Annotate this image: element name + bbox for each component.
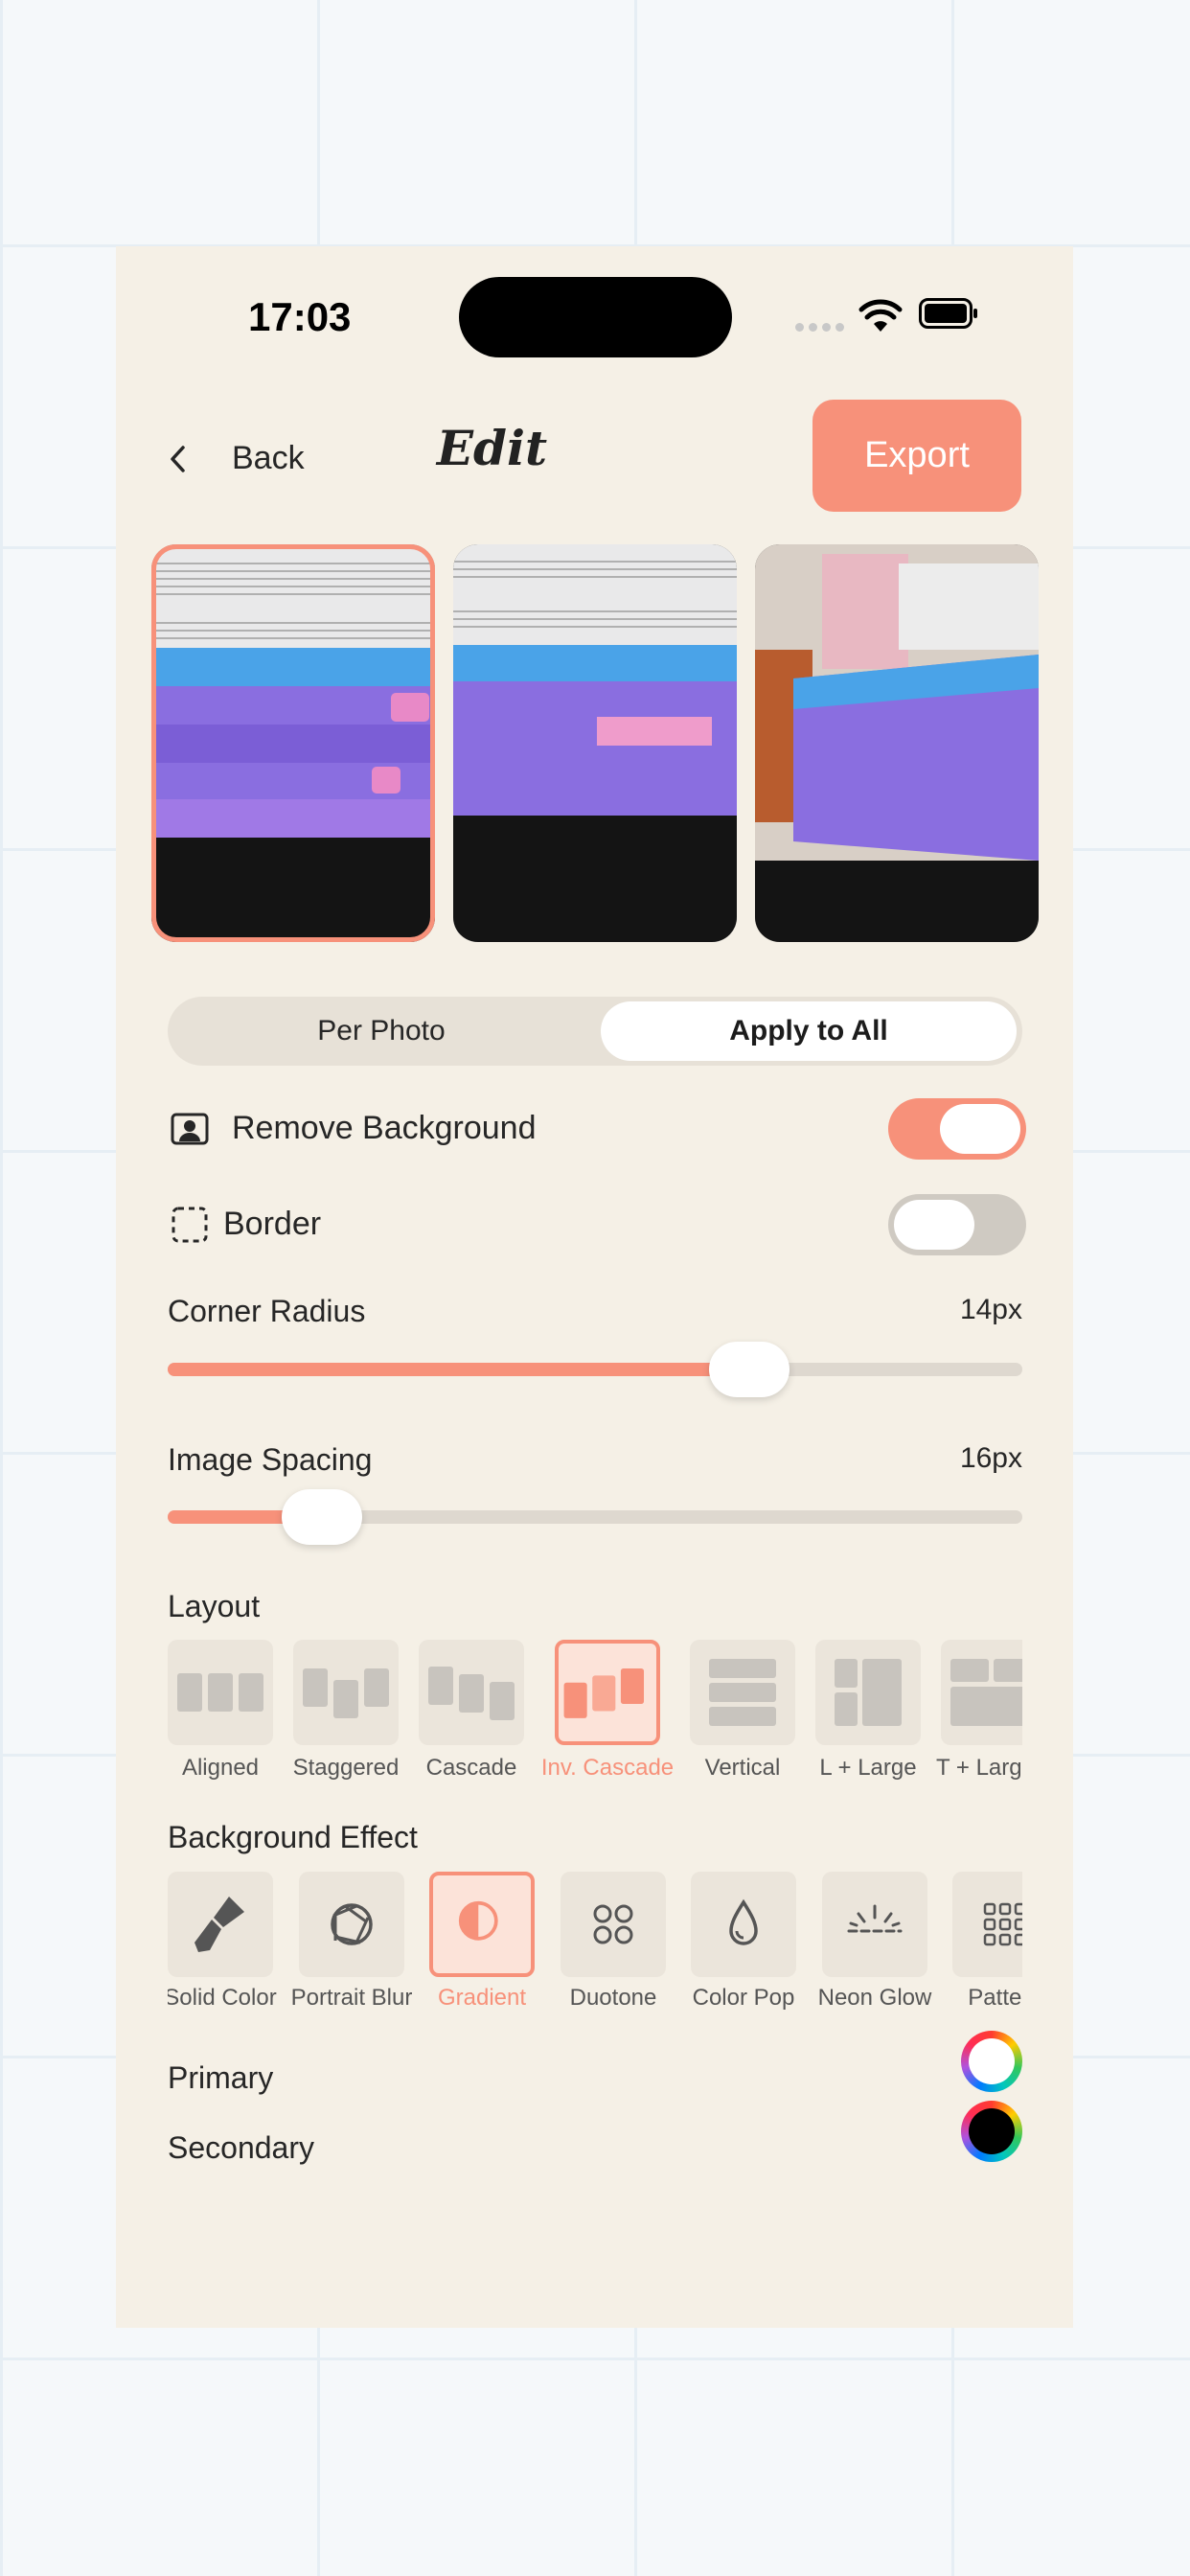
toggle-knob xyxy=(940,1104,1020,1154)
effect-label: Solid Color xyxy=(168,1985,277,2011)
primary-color-fill xyxy=(969,2038,1015,2084)
page-title: Edit xyxy=(436,420,548,476)
effect-option-duotone[interactable] xyxy=(561,1872,666,1977)
secondary-color-label: Secondary xyxy=(168,2130,314,2165)
segment-apply-to-all[interactable]: Apply to All xyxy=(601,1001,1017,1061)
layout-section-title: Layout xyxy=(168,1589,261,1623)
half-circle-icon xyxy=(458,1900,498,1941)
effect-option-color-pop[interactable] xyxy=(691,1872,796,1977)
effect-option-neon-glow[interactable] xyxy=(822,1872,927,1977)
left-large-layout-icon xyxy=(835,1659,902,1726)
layout-label: Inv. Cascade xyxy=(540,1755,675,1781)
layout-option-inv-cascade[interactable] xyxy=(555,1640,660,1745)
portrait-icon xyxy=(171,1113,209,1145)
image-spacing-thumb[interactable] xyxy=(281,1489,362,1545)
phone-screen: 17:03 Back Edit Export Per Photo Apply t… xyxy=(116,246,1073,2328)
effect-option-solid-color[interactable] xyxy=(168,1872,273,1977)
aperture-icon xyxy=(331,1903,373,1945)
drop-icon xyxy=(729,1898,758,1945)
effect-label: Pattern xyxy=(968,1985,1022,2011)
border-toggle[interactable] xyxy=(888,1194,1026,1255)
corner-radius-slider[interactable] xyxy=(168,1363,1022,1376)
layout-option-l-large[interactable] xyxy=(815,1640,921,1745)
border-label: Border xyxy=(223,1206,322,1242)
layout-label: Vertical xyxy=(704,1755,781,1781)
dashed-square-icon xyxy=(172,1207,208,1243)
effect-label: Duotone xyxy=(569,1985,657,2011)
corner-radius-value: 14px xyxy=(959,1294,1022,1325)
layout-labels: Aligned Staggered Cascade Inv. Cascade V… xyxy=(168,1755,1022,1793)
apply-mode-segmented-control: Per Photo Apply to All xyxy=(168,997,1022,1066)
layout-label: Staggered xyxy=(292,1755,400,1781)
battery-icon xyxy=(919,298,977,329)
effect-options xyxy=(168,1872,1022,1979)
secondary-color-swatch[interactable] xyxy=(961,2101,1022,2162)
effect-option-portrait-blur[interactable] xyxy=(299,1872,404,1977)
remove-background-toggle[interactable] xyxy=(888,1098,1026,1160)
layout-label: L + Large xyxy=(819,1755,917,1781)
sunrise-icon xyxy=(847,1904,903,1933)
photo-thumbnail-1[interactable] xyxy=(151,544,435,942)
layout-label: Cascade xyxy=(425,1755,517,1781)
effect-label: Neon Glow xyxy=(817,1985,932,2011)
staggered-layout-icon xyxy=(303,1668,389,1718)
layout-option-aligned[interactable] xyxy=(168,1640,273,1745)
secondary-color-fill xyxy=(969,2108,1015,2154)
keyboard-photo-2 xyxy=(453,544,737,942)
slider-fill xyxy=(168,1363,749,1376)
photo-thumbnail-3[interactable] xyxy=(755,544,1039,942)
keyboard-photo-3 xyxy=(755,544,1039,942)
four-circles-icon xyxy=(593,1904,633,1944)
inverse-cascade-layout-icon xyxy=(563,1668,645,1718)
vertical-layout-icon xyxy=(709,1659,776,1726)
paint-brush-icon xyxy=(195,1897,244,1952)
cascade-layout-icon xyxy=(428,1667,515,1720)
toggle-knob xyxy=(894,1200,974,1250)
remove-background-label: Remove Background xyxy=(232,1110,537,1146)
layout-label: T + Large xyxy=(936,1755,1022,1781)
image-spacing-label: Image Spacing xyxy=(168,1442,373,1477)
corner-radius-label: Corner Radius xyxy=(168,1294,366,1328)
grid-dots-icon xyxy=(983,1902,1022,1946)
wifi-icon xyxy=(858,299,903,332)
corner-radius-thumb[interactable] xyxy=(708,1342,790,1397)
segment-per-photo[interactable]: Per Photo xyxy=(168,997,595,1066)
effect-option-pattern[interactable] xyxy=(952,1872,1022,1977)
layout-option-staggered[interactable] xyxy=(293,1640,399,1745)
cellular-signal-icon xyxy=(795,323,845,334)
effect-label: Color Pop xyxy=(692,1985,795,2011)
status-time: 17:03 xyxy=(248,294,352,339)
image-spacing-value: 16px xyxy=(959,1442,1022,1474)
top-large-layout-icon xyxy=(950,1659,1022,1726)
layout-option-t-large[interactable] xyxy=(941,1640,1022,1745)
layout-label: Aligned xyxy=(181,1755,260,1781)
effect-label: Portrait Blur xyxy=(290,1985,413,2011)
keyboard-photo-1 xyxy=(151,544,435,942)
layout-option-cascade[interactable] xyxy=(419,1640,524,1745)
aligned-layout-icon xyxy=(177,1673,263,1712)
primary-color-swatch[interactable] xyxy=(961,2031,1022,2092)
primary-color-label: Primary xyxy=(168,2060,274,2095)
layout-options xyxy=(168,1640,1022,1755)
effect-label: Gradient xyxy=(437,1985,527,2011)
photo-thumbnail-2[interactable] xyxy=(453,544,737,942)
effect-labels: Solid Color Portrait Blur Gradient Duoto… xyxy=(168,1985,1022,2023)
effect-option-gradient[interactable] xyxy=(429,1872,535,1977)
dynamic-island xyxy=(459,277,732,357)
export-button[interactable]: Export xyxy=(812,400,1021,512)
background-effect-title: Background Effect xyxy=(168,1820,418,1854)
layout-option-vertical[interactable] xyxy=(690,1640,795,1745)
